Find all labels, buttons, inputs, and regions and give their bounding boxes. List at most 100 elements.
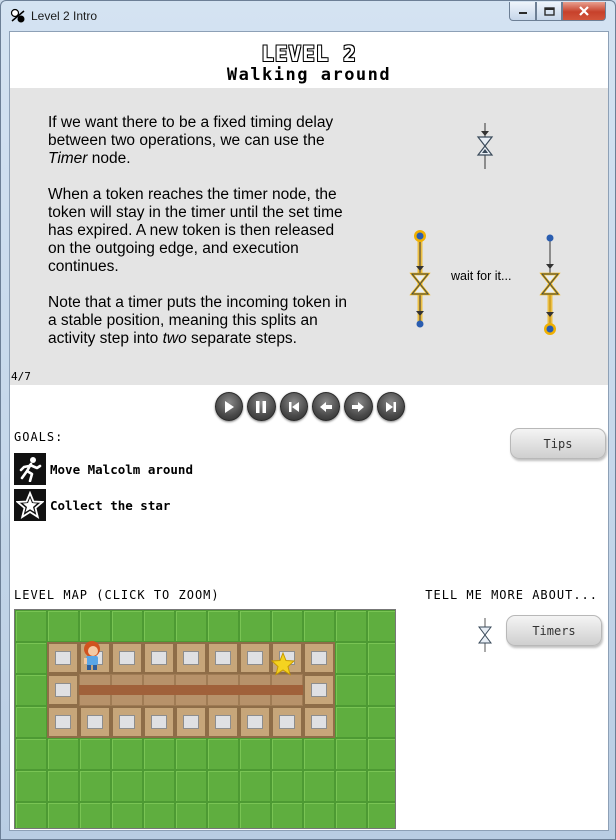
grass-tile: [239, 802, 271, 828]
map-grid: [15, 610, 395, 828]
grass-tile: [367, 610, 395, 642]
grass-tile: [367, 706, 395, 738]
path-tile: [79, 674, 111, 706]
arrow-right-icon: [352, 401, 365, 412]
two-term: two: [162, 330, 187, 347]
grass-tile: [15, 706, 47, 738]
grass-tile: [335, 674, 367, 706]
grass-tile: [79, 802, 111, 828]
tell-me-more-heading: TELL ME MORE ABOUT...: [425, 588, 598, 602]
goal-item: Move Malcolm around: [14, 453, 193, 485]
wall-tile: [175, 706, 207, 738]
wall-tile: [47, 674, 79, 706]
play-button[interactable]: [215, 392, 244, 421]
play-icon: [225, 400, 235, 413]
intro-paragraph-2: When a token reaches the timer node, the…: [48, 186, 343, 275]
grass-tile: [175, 738, 207, 770]
grass-tile: [15, 674, 47, 706]
wall-tile: [143, 706, 175, 738]
goal-item: Collect the star: [14, 489, 170, 521]
path-tile: [111, 674, 143, 706]
grass-tile: [175, 610, 207, 642]
path-tile: [271, 674, 303, 706]
grass-tile: [47, 802, 79, 828]
goals-heading: GOALS:: [14, 430, 64, 444]
grass-tile: [335, 770, 367, 802]
grass-tile: [367, 642, 395, 674]
running-man-icon: [14, 453, 46, 485]
wall-tile: [239, 642, 271, 674]
minimize-button[interactable]: [509, 2, 536, 21]
grass-tile: [47, 610, 79, 642]
maximize-button[interactable]: [536, 2, 562, 21]
goal-label: Move Malcolm around: [50, 461, 193, 477]
grass-tile: [335, 706, 367, 738]
grass-tile: [15, 770, 47, 802]
timer-node-icon: [478, 618, 492, 652]
grass-tile: [47, 770, 79, 802]
wall-tile: [111, 642, 143, 674]
grass-tile: [335, 642, 367, 674]
grass-tile: [111, 610, 143, 642]
grass-tile: [207, 610, 239, 642]
grass-tile: [367, 770, 395, 802]
arrow-left-icon: [320, 401, 333, 412]
grass-tile: [79, 738, 111, 770]
star-collectible-icon: [271, 652, 295, 676]
window-title: Level 2 Intro: [31, 9, 98, 23]
wall-tile: [79, 706, 111, 738]
wall-tile: [47, 642, 79, 674]
wait-label: wait for it...: [451, 269, 512, 283]
grass-tile: [15, 610, 47, 642]
grass-tile: [303, 802, 335, 828]
step-forward-button[interactable]: [344, 392, 373, 421]
grass-tile: [111, 770, 143, 802]
grass-tile: [143, 610, 175, 642]
wall-tile: [271, 706, 303, 738]
wall-tile: [303, 642, 335, 674]
level-map[interactable]: [14, 609, 396, 829]
wall-tile: [207, 642, 239, 674]
grass-tile: [175, 802, 207, 828]
grass-tile: [367, 802, 395, 828]
restore-icon: [543, 6, 555, 16]
wall-tile: [111, 706, 143, 738]
pause-button[interactable]: [247, 392, 276, 421]
close-button[interactable]: [562, 2, 606, 21]
minimize-icon: [518, 12, 527, 14]
grass-tile: [335, 802, 367, 828]
goal-label: Collect the star: [50, 497, 171, 513]
wall-tile: [303, 674, 335, 706]
step-back-button[interactable]: [311, 392, 341, 421]
grass-tile: [79, 610, 111, 642]
grass-tile: [239, 770, 271, 802]
grass-tile: [335, 738, 367, 770]
grass-tile: [111, 802, 143, 828]
timers-button[interactable]: Timers: [506, 615, 602, 646]
wall-tile: [239, 706, 271, 738]
title-bar[interactable]: Level 2 Intro: [1, 1, 615, 31]
wall-tile: [207, 706, 239, 738]
grass-tile: [47, 738, 79, 770]
playback-controls: [215, 392, 405, 424]
wall-tile: [175, 642, 207, 674]
grass-tile: [143, 770, 175, 802]
skip-to-start-button[interactable]: [279, 392, 308, 421]
skip-to-end-icon: [385, 401, 396, 412]
skip-to-end-button[interactable]: [376, 392, 405, 421]
malcolm-character-icon: [84, 641, 100, 670]
path-tile: [207, 674, 239, 706]
grass-tile: [143, 802, 175, 828]
grass-tile: [239, 610, 271, 642]
tips-button[interactable]: Tips: [510, 428, 606, 459]
timer-node-icon: [476, 123, 494, 169]
grass-tile: [15, 802, 47, 828]
level-map-heading: LEVEL MAP (CLICK TO ZOOM): [14, 588, 220, 602]
grass-tile: [303, 610, 335, 642]
pause-icon: [256, 400, 267, 413]
grass-tile: [303, 738, 335, 770]
grass-tile: [367, 738, 395, 770]
grass-tile: [303, 770, 335, 802]
intro-paragraph-1: If we want there to be a fixed timing de…: [48, 114, 334, 167]
page-counter: 4/7: [11, 370, 31, 383]
